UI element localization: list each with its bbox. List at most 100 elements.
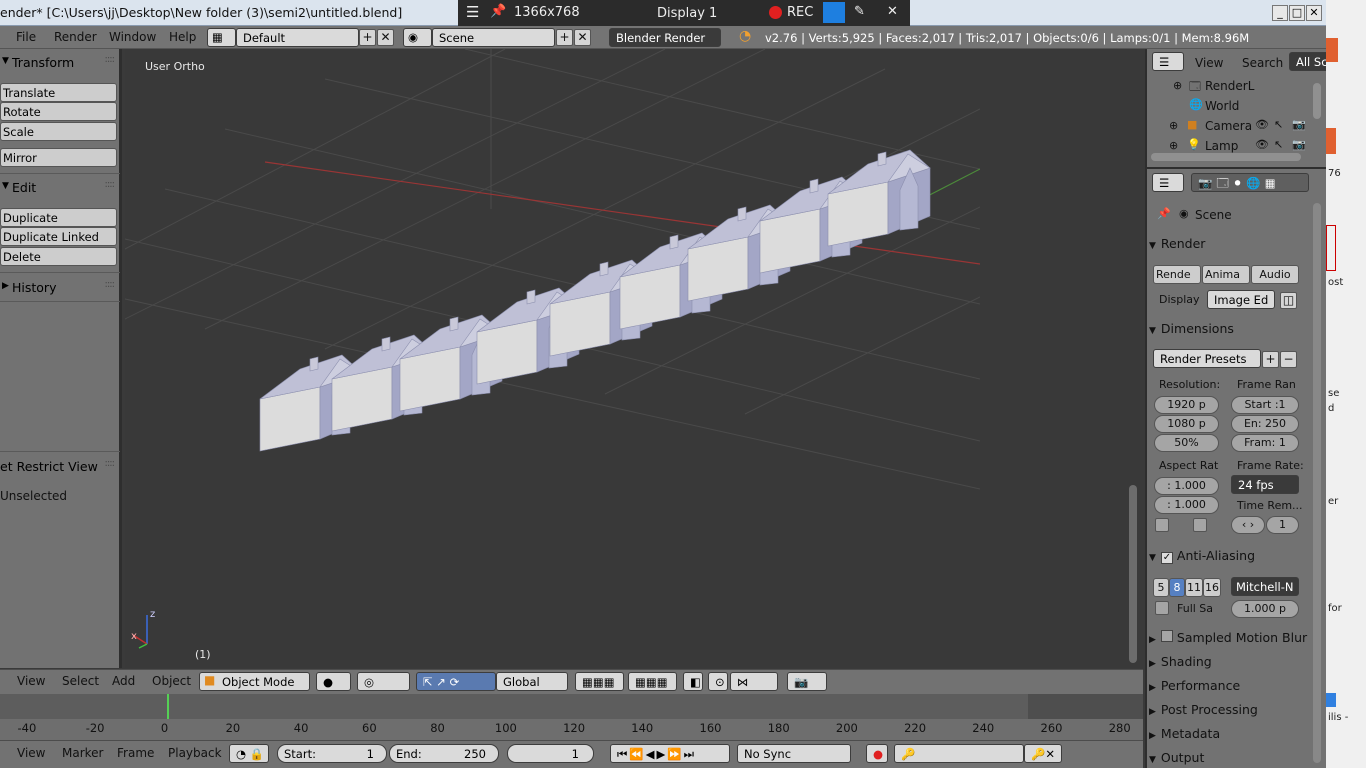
menu-icon[interactable]: ☰ xyxy=(466,3,479,21)
duplicate-linked-button[interactable]: Duplicate Linked xyxy=(0,227,117,246)
full-sample-checkbox[interactable] xyxy=(1155,601,1169,615)
current-frame-field[interactable]: 1 xyxy=(507,744,594,763)
end-frame-field[interactable]: End: 250 xyxy=(389,744,499,763)
manipulator-buttons[interactable]: ⇱ ↗ ⟳ xyxy=(416,672,496,691)
current-frame-marker[interactable] xyxy=(167,694,169,719)
select-cursor-icon[interactable]: ↖ xyxy=(1274,118,1283,131)
menu-render[interactable]: Render xyxy=(54,30,97,44)
add-preset-button[interactable]: + xyxy=(1262,351,1279,368)
metadata-section-header[interactable]: ▶ Metadata xyxy=(1149,726,1299,741)
pen-icon[interactable]: ✎ xyxy=(854,4,865,19)
resolution-x-field[interactable]: 1920 p xyxy=(1154,396,1219,414)
transform-panel-header[interactable]: ▼ Transform :::: xyxy=(0,52,120,74)
menu-file[interactable]: File xyxy=(16,30,36,44)
menu-help[interactable]: Help xyxy=(169,30,196,44)
3d-viewport[interactable]: User Ortho (1) z x xyxy=(125,49,980,668)
timeline-ruler[interactable]: -40 -20 0 20 40 60 80 100 120 140 160 180 200 220 240 2… xyxy=(0,719,1143,740)
expand-icon[interactable]: ⊕ xyxy=(1169,119,1178,132)
menu-window[interactable]: Window xyxy=(109,30,156,44)
anti-aliasing-section-header[interactable]: ▼ ✓ Anti-Aliasing xyxy=(1149,548,1299,564)
outliner-item-camera[interactable]: Camera xyxy=(1205,119,1252,133)
aa-samples-16[interactable]: 16 xyxy=(1203,578,1221,597)
aspect-y-field[interactable]: : 1.000 xyxy=(1154,496,1219,514)
translate-button[interactable]: Translate xyxy=(0,83,117,102)
outliner-hscroll[interactable] xyxy=(1151,153,1301,161)
keying-icons[interactable]: ◔ 🔒 xyxy=(229,744,269,763)
motion-blur-checkbox[interactable] xyxy=(1160,630,1173,642)
border-checkbox[interactable] xyxy=(1155,518,1169,532)
add-scene-button[interactable]: + xyxy=(556,29,573,46)
delete-button[interactable]: Delete xyxy=(0,247,117,266)
time-remap-old-field[interactable]: ‹ › xyxy=(1231,516,1265,534)
resolution-percent-field[interactable]: 50% xyxy=(1154,434,1219,452)
grip-icon[interactable]: :::: xyxy=(105,179,116,190)
grip-icon[interactable]: :::: xyxy=(105,54,116,65)
insert-delete-key-icons[interactable]: 🔑✕ xyxy=(1024,744,1062,763)
layout-selector[interactable]: Default xyxy=(236,28,359,47)
resolution-y-field[interactable]: 1080 p xyxy=(1154,415,1219,433)
display-filter[interactable]: All Sc xyxy=(1289,52,1329,71)
filter-size-field[interactable]: 1.000 p xyxy=(1231,600,1299,618)
shading-section-header[interactable]: ▶ Shading xyxy=(1149,654,1299,669)
minimize-button[interactable]: _ xyxy=(1272,5,1288,21)
mode-selector[interactable]: Object Mode xyxy=(199,672,310,691)
tl-menu-view[interactable]: View xyxy=(17,746,45,760)
snap-selector[interactable]: ⋈ xyxy=(730,672,778,691)
frame-end-field[interactable]: En: 250 xyxy=(1231,415,1299,433)
anti-aliasing-checkbox[interactable]: ✓ xyxy=(1160,552,1173,564)
layers-row-2[interactable]: ▦▦▦ xyxy=(628,672,677,691)
render-audio-button[interactable]: Audio xyxy=(1251,265,1299,284)
editor-type-selector[interactable]: ☰ xyxy=(1152,173,1184,192)
menu-view[interactable]: View xyxy=(17,674,45,688)
viewport-scrollbar[interactable] xyxy=(1127,49,1140,668)
output-section-header[interactable]: ▼ Output xyxy=(1149,750,1299,765)
rec-button[interactable]: REC xyxy=(787,5,813,20)
record-keyframe-icon[interactable]: ● xyxy=(866,744,888,763)
crop-checkbox[interactable] xyxy=(1193,518,1207,532)
tl-menu-marker[interactable]: Marker xyxy=(62,746,103,760)
frame-rate-selector[interactable]: 24 fps xyxy=(1231,475,1299,494)
mirror-button[interactable]: Mirror xyxy=(0,148,117,167)
visibility-eye-icon[interactable]: 👁 xyxy=(1255,138,1269,151)
close-recorder-icon[interactable]: ✕ xyxy=(887,4,898,19)
orientation-selector[interactable]: Global xyxy=(496,672,568,691)
aa-samples-11[interactable]: 11 xyxy=(1185,578,1203,597)
time-remap-new-field[interactable]: 1 xyxy=(1266,516,1299,534)
unselected-option[interactable]: Unselected xyxy=(0,489,67,503)
menu-add[interactable]: Add xyxy=(112,674,135,688)
outliner-menu-view[interactable]: View xyxy=(1195,56,1223,70)
pivot-selector[interactable]: ◎ xyxy=(357,672,410,691)
render-presets-selector[interactable]: Render Presets xyxy=(1153,349,1261,368)
playback-controls[interactable]: ⏮⏪◀▶⏩⏭ xyxy=(610,744,730,763)
visibility-eye-icon[interactable]: 👁 xyxy=(1255,118,1269,131)
outliner-item-world[interactable]: World xyxy=(1205,99,1239,113)
sync-selector[interactable]: No Sync xyxy=(737,744,851,763)
aa-samples-5[interactable]: 5 xyxy=(1153,578,1169,597)
post-processing-section-header[interactable]: ▶ Post Processing xyxy=(1149,702,1299,717)
remove-layout-button[interactable]: ✕ xyxy=(377,29,394,46)
start-frame-field[interactable]: Start: 1 xyxy=(277,744,387,763)
render-section-header[interactable]: ▼ Render xyxy=(1149,236,1299,251)
remove-preset-button[interactable]: − xyxy=(1280,351,1297,368)
context-tabs[interactable]: 📷🗔⚫🌐▦ xyxy=(1191,173,1309,192)
render-camera-icon[interactable]: 📷 xyxy=(1292,118,1306,131)
frame-start-field[interactable]: Start :1 xyxy=(1231,396,1299,414)
render-engine-selector[interactable]: Blender Render xyxy=(609,28,721,47)
lock-interface-icon[interactable]: ◫ xyxy=(1280,292,1297,309)
shading-selector[interactable]: ● xyxy=(316,672,351,691)
layers-row-1[interactable]: ▦▦▦ xyxy=(575,672,624,691)
grip-icon[interactable]: :::: xyxy=(105,279,116,290)
lock-layer-icon[interactable]: ◧ xyxy=(683,672,703,691)
tl-menu-playback[interactable]: Playback xyxy=(168,746,222,760)
editor-type-selector[interactable]: ☰ xyxy=(1152,52,1184,71)
properties-scrollbar[interactable] xyxy=(1313,203,1321,763)
scene-selector[interactable]: Scene xyxy=(432,28,555,47)
outliner-item-renderlayers[interactable]: RenderL xyxy=(1205,79,1254,93)
render-preview-icons[interactable]: 📷 xyxy=(787,672,827,691)
remove-scene-button[interactable]: ✕ xyxy=(574,29,591,46)
render-image-button[interactable]: Rende xyxy=(1153,265,1201,284)
restrict-view-panel-header[interactable]: et Restrict View :::: xyxy=(0,456,120,478)
aa-filter-selector[interactable]: Mitchell-N xyxy=(1231,577,1299,596)
proportional-edit-icon[interactable]: ⊙ xyxy=(708,672,728,691)
add-layout-button[interactable]: + xyxy=(359,29,376,46)
